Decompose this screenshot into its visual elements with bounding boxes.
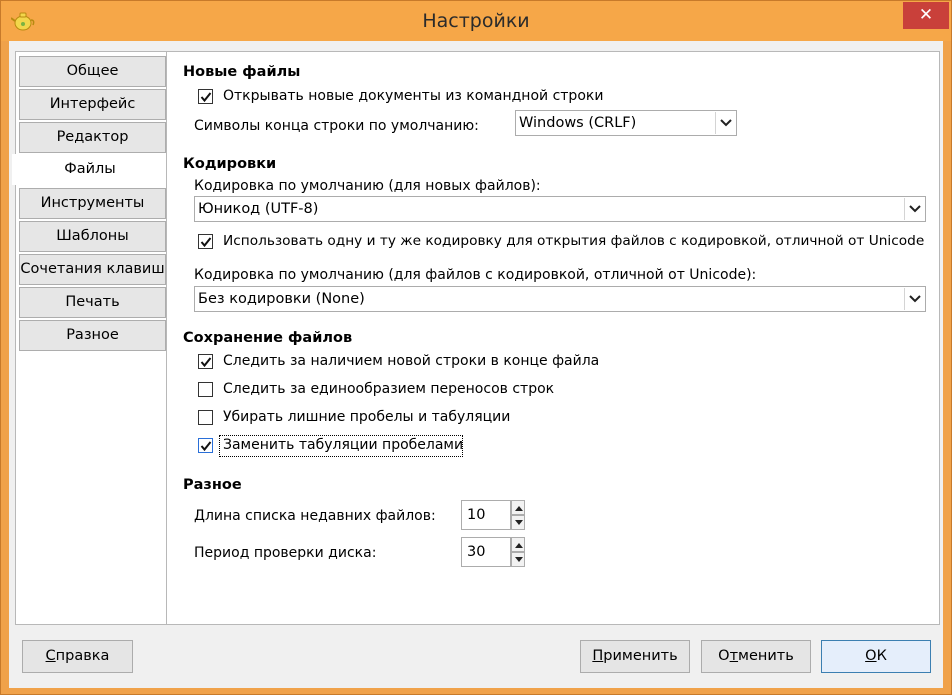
disk-check-spinner[interactable]: 30 <box>461 537 525 567</box>
sidebar-item-templates[interactable]: Шаблоны <box>19 221 166 252</box>
sidebar-item-label: Шаблоны <box>56 228 129 244</box>
arrow-down-icon <box>515 520 523 525</box>
sidebar-item-shortcuts[interactable]: Сочетания клавиш <box>19 254 166 285</box>
eol-select-value: Windows (CRLF) <box>519 115 637 131</box>
sidebar-item-files[interactable]: Файлы <box>12 154 168 185</box>
recent-files-value: 10 <box>467 507 486 523</box>
final-newline-checkbox[interactable] <box>198 354 213 369</box>
title-bar[interactable]: Настройки ✕ <box>1 1 951 41</box>
non-unicode-encoding-value: Без кодировки (None) <box>198 291 365 307</box>
help-label: правка <box>55 648 110 664</box>
window-title: Настройки <box>422 10 530 32</box>
disk-check-label: Период проверки диска: <box>194 545 377 561</box>
help-button[interactable]: Справка <box>22 640 133 673</box>
ok-mnemonic: О <box>865 648 877 664</box>
sidebar-item-label: Общее <box>66 63 119 79</box>
help-mnemonic: С <box>45 648 56 664</box>
sidebar-item-label: Редактор <box>56 129 129 145</box>
apply-button[interactable]: Применить <box>580 640 690 673</box>
non-unicode-encoding-label: Кодировка по умолчанию (для файлов с код… <box>194 267 757 283</box>
sidebar-item-label: Разное <box>66 327 119 343</box>
settings-window: Настройки ✕ Общее Интерфейс Редактор Фай… <box>0 0 952 695</box>
section-heading-saving: Сохранение файлов <box>183 330 353 346</box>
close-button[interactable]: ✕ <box>903 2 949 29</box>
sidebar-item-tools[interactable]: Инструменты <box>19 188 166 219</box>
same-encoding-label: Использовать одну и ту же кодировку для … <box>223 233 925 249</box>
trim-whitespace-label: Убирать лишние пробелы и табуляции <box>223 409 511 425</box>
default-encoding-label: Кодировка по умолчанию (для новых файлов… <box>194 178 541 194</box>
sidebar-item-label: Сочетания клавиш <box>20 261 165 277</box>
arrow-down-icon <box>515 557 523 562</box>
cancel-label-prefix: О <box>718 648 730 664</box>
trim-whitespace-checkbox[interactable] <box>198 410 213 425</box>
disk-check-down-button[interactable] <box>511 552 525 567</box>
ok-label: К <box>876 648 887 664</box>
default-encoding-value: Юникод (UTF-8) <box>198 201 319 217</box>
recent-files-input[interactable]: 10 <box>461 500 511 530</box>
sidebar-item-label: Файлы <box>64 161 116 177</box>
files-settings-panel: Новые файлы Открывать новые документы из… <box>166 51 940 625</box>
sidebar-item-interface[interactable]: Интерфейс <box>19 89 166 120</box>
eol-label: Символы конца строки по умолчанию: <box>194 118 479 134</box>
checkmark-icon <box>200 441 212 452</box>
same-encoding-checkbox[interactable] <box>198 234 213 249</box>
recent-files-down-button[interactable] <box>511 515 525 530</box>
non-unicode-encoding-select[interactable]: Без кодировки (None) <box>194 286 926 312</box>
chevron-down-icon <box>909 205 921 213</box>
apply-label: рименить <box>603 648 678 664</box>
arrow-up-icon <box>515 506 523 511</box>
section-heading-encodings: Кодировки <box>183 156 277 172</box>
open-from-cmdline-checkbox[interactable] <box>198 89 213 104</box>
disk-check-up-button[interactable] <box>511 537 525 552</box>
checkmark-icon <box>200 357 212 368</box>
settings-nav: Общее Интерфейс Редактор Файлы Инструмен… <box>12 51 168 625</box>
consistent-eol-label: Следить за единообразием переносов строк <box>223 381 555 397</box>
consistent-eol-checkbox[interactable] <box>198 382 213 397</box>
sidebar-item-misc[interactable]: Разное <box>19 320 166 351</box>
sidebar-item-general[interactable]: Общее <box>19 56 166 87</box>
eol-select[interactable]: Windows (CRLF) <box>515 110 737 136</box>
replace-tabs-checkbox[interactable] <box>198 438 213 453</box>
cancel-mnemonic: т <box>729 648 739 664</box>
ok-button[interactable]: ОК <box>821 640 931 673</box>
final-newline-label: Следить за наличием новой строки в конце… <box>223 353 600 369</box>
disk-check-value: 30 <box>467 544 486 560</box>
disk-check-input[interactable]: 30 <box>461 537 511 567</box>
cancel-label: менить <box>738 648 794 664</box>
recent-files-up-button[interactable] <box>511 500 525 515</box>
section-heading-new-files: Новые файлы <box>183 64 301 80</box>
chevron-down-icon <box>909 295 921 303</box>
sidebar-item-editor[interactable]: Редактор <box>19 122 166 153</box>
arrow-up-icon <box>515 543 523 548</box>
sidebar-item-label: Печать <box>65 294 120 310</box>
sidebar-item-label: Интерфейс <box>49 96 136 112</box>
sidebar-item-label: Инструменты <box>40 195 145 211</box>
recent-files-label: Длина списка недавних файлов: <box>194 508 436 524</box>
chevron-down-icon <box>720 119 732 127</box>
dialog-body: Общее Интерфейс Редактор Файлы Инструмен… <box>9 41 943 688</box>
checkmark-icon <box>200 237 212 248</box>
checkmark-icon <box>200 92 212 103</box>
section-heading-misc: Разное <box>183 477 242 493</box>
default-encoding-select[interactable]: Юникод (UTF-8) <box>194 196 926 222</box>
apply-mnemonic: П <box>592 648 604 664</box>
open-from-cmdline-label: Открывать новые документы из командной с… <box>223 88 604 104</box>
sidebar-item-printing[interactable]: Печать <box>19 287 166 318</box>
close-icon: ✕ <box>918 5 934 25</box>
cancel-button[interactable]: Отменить <box>701 640 811 673</box>
recent-files-spinner[interactable]: 10 <box>461 500 525 530</box>
replace-tabs-label: Заменить табуляции пробелами <box>223 437 464 453</box>
